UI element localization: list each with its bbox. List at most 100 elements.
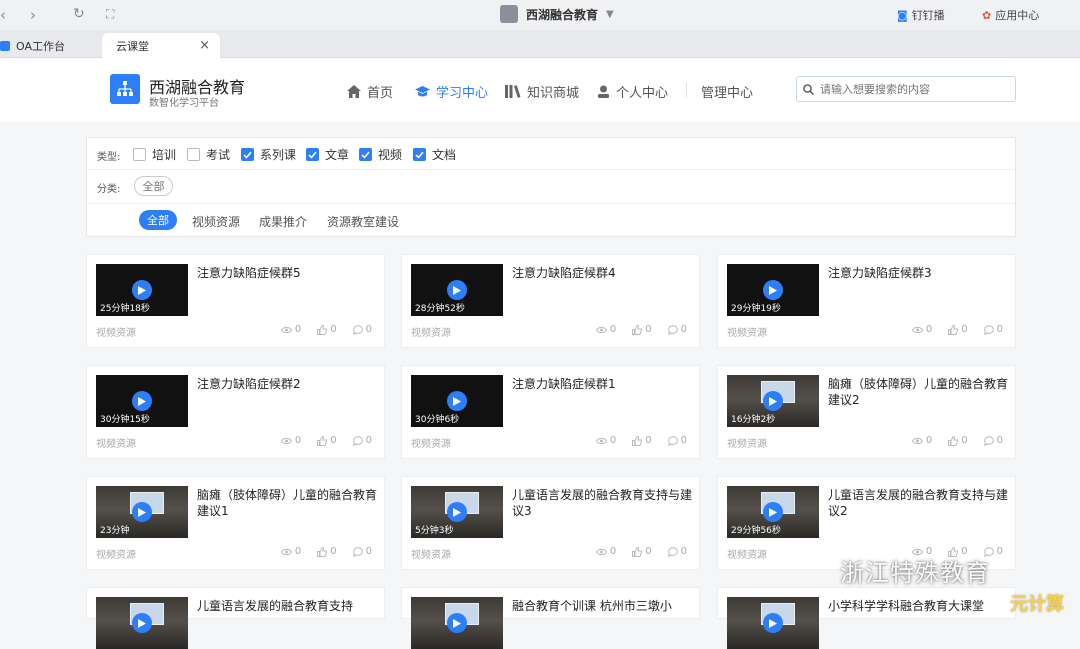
nav-learning-center[interactable]: 学习中心 bbox=[415, 82, 488, 101]
resource-card[interactable]: 融合教育个训课 杭州市三墩小 bbox=[401, 587, 700, 649]
comment-count[interactable]: 0 bbox=[983, 324, 1003, 335]
play-icon[interactable] bbox=[132, 613, 152, 633]
like-count[interactable]: 0 bbox=[948, 435, 968, 446]
like-count[interactable]: 0 bbox=[632, 435, 652, 446]
video-thumbnail[interactable]: 30分钟15秒 bbox=[96, 375, 188, 427]
reload-icon[interactable]: ↻ bbox=[73, 6, 85, 22]
tab-oa-workbench[interactable]: OA工作台 bbox=[0, 33, 65, 58]
like-count[interactable]: 0 bbox=[632, 546, 652, 557]
filter-type-series[interactable]: 系列课 bbox=[241, 146, 296, 163]
video-thumbnail[interactable]: 5分钟3秒 bbox=[411, 486, 503, 538]
play-icon[interactable] bbox=[447, 280, 467, 300]
video-thumbnail[interactable]: 16分钟2秒 bbox=[727, 375, 819, 427]
subtab-video-resources[interactable]: 视频资源 bbox=[192, 213, 240, 230]
resource-card[interactable]: 儿童语言发展的融合教育支持 bbox=[86, 587, 385, 649]
like-count[interactable]: 0 bbox=[632, 324, 652, 335]
comment-count[interactable]: 0 bbox=[352, 324, 372, 335]
resource-card[interactable]: 30分钟15秒 注意力缺陷症候群2 视频资源 0 0 0 bbox=[86, 365, 385, 459]
video-thumbnail[interactable]: 29分钟56秒 bbox=[727, 486, 819, 538]
close-icon[interactable]: × bbox=[199, 38, 210, 53]
card-title[interactable]: 儿童语言发展的融合教育支持 bbox=[197, 598, 377, 614]
play-icon[interactable] bbox=[763, 613, 783, 633]
play-icon[interactable] bbox=[132, 280, 152, 300]
filter-type-article[interactable]: 文章 bbox=[306, 146, 349, 163]
resource-card[interactable]: 28分钟52秒 注意力缺陷症候群4 视频资源 0 0 0 bbox=[401, 254, 700, 348]
play-icon[interactable] bbox=[763, 502, 783, 522]
card-title[interactable]: 脑瘫（肢体障碍）儿童的融合教育建议1 bbox=[197, 487, 377, 519]
comment-count[interactable]: 0 bbox=[667, 435, 687, 446]
card-title[interactable]: 注意力缺陷症候群1 bbox=[512, 376, 692, 392]
video-thumbnail[interactable]: 29分钟19秒 bbox=[727, 264, 819, 316]
comment-count[interactable]: 0 bbox=[983, 435, 1003, 446]
subtab-all[interactable]: 全部 bbox=[139, 210, 177, 230]
like-count[interactable]: 0 bbox=[317, 324, 337, 335]
filter-type-exam[interactable]: 考试 bbox=[187, 146, 230, 163]
resource-card[interactable]: 23分钟 脑瘫（肢体障碍）儿童的融合教育建议1 视频资源 0 0 0 bbox=[86, 476, 385, 570]
video-thumbnail[interactable]: 23分钟 bbox=[96, 486, 188, 538]
play-icon[interactable] bbox=[132, 502, 152, 522]
card-resource-type: 视频资源 bbox=[727, 328, 767, 339]
comment-count[interactable]: 0 bbox=[352, 546, 372, 557]
dingtalk-button[interactable]: ◙ 钉钉播 bbox=[897, 7, 945, 23]
card-title[interactable]: 注意力缺陷症候群3 bbox=[828, 265, 1008, 281]
play-icon[interactable] bbox=[763, 280, 783, 300]
video-thumbnail[interactable] bbox=[96, 597, 188, 649]
card-title[interactable]: 注意力缺陷症候群4 bbox=[512, 265, 692, 281]
subtab-resource-classroom[interactable]: 资源教室建设 bbox=[327, 213, 399, 230]
resource-card[interactable]: 小学科学学科融合教育大课堂 bbox=[717, 587, 1016, 649]
checkbox-checked[interactable] bbox=[359, 148, 372, 161]
category-all-pill[interactable]: 全部 bbox=[134, 176, 173, 196]
video-thumbnail[interactable] bbox=[727, 597, 819, 649]
play-icon[interactable] bbox=[447, 502, 467, 522]
app-center-button[interactable]: ✿ 应用中心 bbox=[982, 7, 1039, 23]
search-box[interactable] bbox=[796, 76, 1016, 102]
video-thumbnail[interactable]: 25分钟18秒 bbox=[96, 264, 188, 316]
resource-card[interactable]: 29分钟19秒 注意力缺陷症候群3 视频资源 0 0 0 bbox=[717, 254, 1016, 348]
card-title[interactable]: 儿童语言发展的融合教育支持与建议3 bbox=[512, 487, 692, 519]
nav-knowledge-mall[interactable]: 知识商城 bbox=[505, 82, 579, 101]
nav-admin-center[interactable]: 管理中心 bbox=[701, 82, 753, 101]
nav-home[interactable]: 首页 bbox=[347, 82, 393, 101]
card-title[interactable]: 注意力缺陷症候群2 bbox=[197, 376, 377, 392]
resource-card[interactable]: 16分钟2秒 脑瘫（肢体障碍）儿童的融合教育建议2 视频资源 0 0 0 bbox=[717, 365, 1016, 459]
filter-type-training[interactable]: 培训 bbox=[133, 146, 176, 163]
play-icon[interactable] bbox=[447, 391, 467, 411]
checkbox-checked[interactable] bbox=[306, 148, 319, 161]
site-logo-icon[interactable] bbox=[110, 74, 140, 104]
resource-card[interactable]: 5分钟3秒 儿童语言发展的融合教育支持与建议3 视频资源 0 0 0 bbox=[401, 476, 700, 570]
card-title[interactable]: 融合教育个训课 杭州市三墩小 bbox=[512, 598, 692, 614]
like-count[interactable]: 0 bbox=[317, 546, 337, 557]
play-icon[interactable] bbox=[763, 391, 783, 411]
resource-card[interactable]: 30分钟6秒 注意力缺陷症候群1 视频资源 0 0 0 bbox=[401, 365, 700, 459]
forward-icon[interactable]: › bbox=[30, 6, 36, 24]
filter-type-video[interactable]: 视频 bbox=[359, 146, 402, 163]
video-thumbnail[interactable]: 30分钟6秒 bbox=[411, 375, 503, 427]
play-icon[interactable] bbox=[447, 613, 467, 633]
filter-type-document[interactable]: 文档 bbox=[413, 146, 456, 163]
comment-count[interactable]: 0 bbox=[667, 324, 687, 335]
checkbox-checked[interactable] bbox=[413, 148, 426, 161]
video-thumbnail[interactable]: 28分钟52秒 bbox=[411, 264, 503, 316]
card-title[interactable]: 脑瘫（肢体障碍）儿童的融合教育建议2 bbox=[828, 376, 1008, 408]
subtab-achievements[interactable]: 成果推介 bbox=[259, 213, 307, 230]
video-thumbnail[interactable] bbox=[411, 597, 503, 649]
card-title[interactable]: 儿童语言发展的融合教育支持与建议2 bbox=[828, 487, 1008, 519]
comment-count[interactable]: 0 bbox=[667, 546, 687, 557]
play-icon[interactable] bbox=[132, 391, 152, 411]
fullscreen-icon[interactable]: ⛶ bbox=[106, 7, 114, 22]
like-count[interactable]: 0 bbox=[948, 324, 968, 335]
like-count[interactable]: 0 bbox=[317, 435, 337, 446]
tab-cloud-classroom[interactable]: 云课堂 × bbox=[102, 33, 220, 58]
card-title[interactable]: 小学科学学科融合教育大课堂 bbox=[828, 598, 1008, 614]
resource-card[interactable]: 25分钟18秒 注意力缺陷症候群5 视频资源 0 0 0 bbox=[86, 254, 385, 348]
search-input[interactable] bbox=[820, 82, 1000, 96]
card-title[interactable]: 注意力缺陷症候群5 bbox=[197, 265, 377, 281]
back-icon[interactable]: ‹ bbox=[0, 6, 6, 24]
checkbox-unchecked[interactable] bbox=[187, 148, 200, 161]
comment-count[interactable]: 0 bbox=[352, 435, 372, 446]
checkbox-unchecked[interactable] bbox=[133, 148, 146, 161]
checkbox-checked[interactable] bbox=[241, 148, 254, 161]
window-title[interactable]: 西湖融合教育 ▼ bbox=[500, 5, 614, 23]
eye-icon bbox=[595, 548, 607, 555]
nav-personal-center[interactable]: 个人中心 bbox=[597, 82, 668, 101]
